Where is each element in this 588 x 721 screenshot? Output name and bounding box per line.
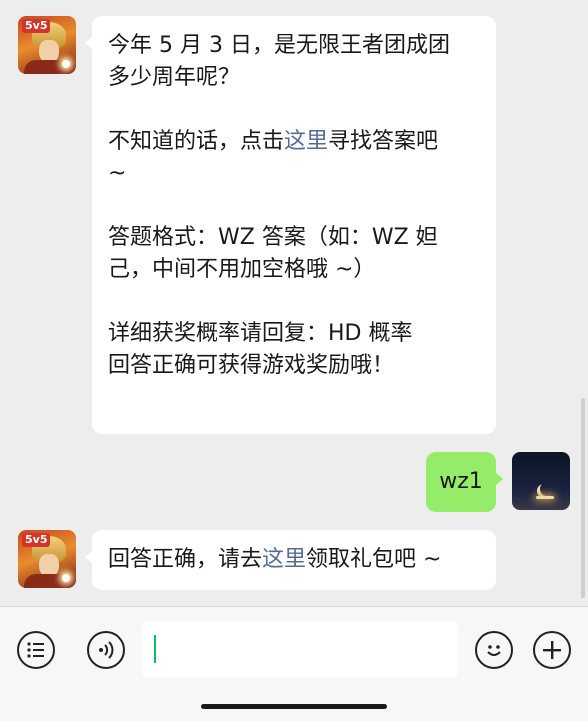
message-input[interactable] [142, 621, 458, 677]
voice-icon[interactable] [87, 631, 125, 669]
game-badge-2: 5v5 [22, 533, 51, 547]
text-caret [154, 635, 156, 663]
list-icon[interactable] [17, 631, 55, 669]
result-message-bubble[interactable]: 回答正确，请去这里领取礼包吧 ~ [85, 530, 496, 590]
hint-line: 不知道的话，点击这里寻找答案吧 [108, 129, 439, 154]
official-account-avatar[interactable]: 5v5 [18, 16, 76, 74]
user-avatar[interactable] [512, 452, 570, 510]
detail-line-1: 详细获奖概率请回复：HD 概率 [108, 321, 413, 346]
plus-icon[interactable] [533, 631, 571, 669]
emoji-icon[interactable] [475, 631, 513, 669]
sent-message-text: wz1 [439, 469, 483, 494]
question-message-bubble[interactable]: 今年 5 月 3 日，是无限王者团成团 多少周年呢？ 不知道的话，点击这里寻找答… [85, 16, 496, 434]
scrollbar[interactable] [581, 398, 585, 598]
result-line: 回答正确，请去这里领取礼包吧 ~ [108, 547, 442, 572]
moon-icon [540, 482, 554, 496]
game-badge: 5v5 [22, 19, 51, 33]
question-line-2: 多少周年呢？ [108, 65, 241, 90]
question-line-1: 今年 5 月 3 日，是无限王者团成团 [108, 33, 450, 58]
input-bar [0, 606, 588, 721]
gift-link[interactable]: 这里 [262, 547, 306, 572]
official-account-avatar-2[interactable]: 5v5 [18, 530, 76, 588]
format-line-2: 己，中间不用加空格哦 ~） [108, 257, 376, 282]
hint-link[interactable]: 这里 [284, 129, 328, 154]
home-indicator[interactable] [201, 704, 387, 709]
chat-area: 5v5 今年 5 月 3 日，是无限王者团成团 多少周年呢？ 不知道的话，点击这… [0, 0, 588, 606]
sent-message-bubble[interactable]: wz1 [426, 452, 503, 512]
detail-line-2: 回答正确可获得游戏奖励哦！ [108, 353, 395, 378]
hint-tail: ~ [108, 161, 127, 186]
format-line-1: 答题格式：WZ 答案（如：WZ 妲 [108, 225, 438, 250]
